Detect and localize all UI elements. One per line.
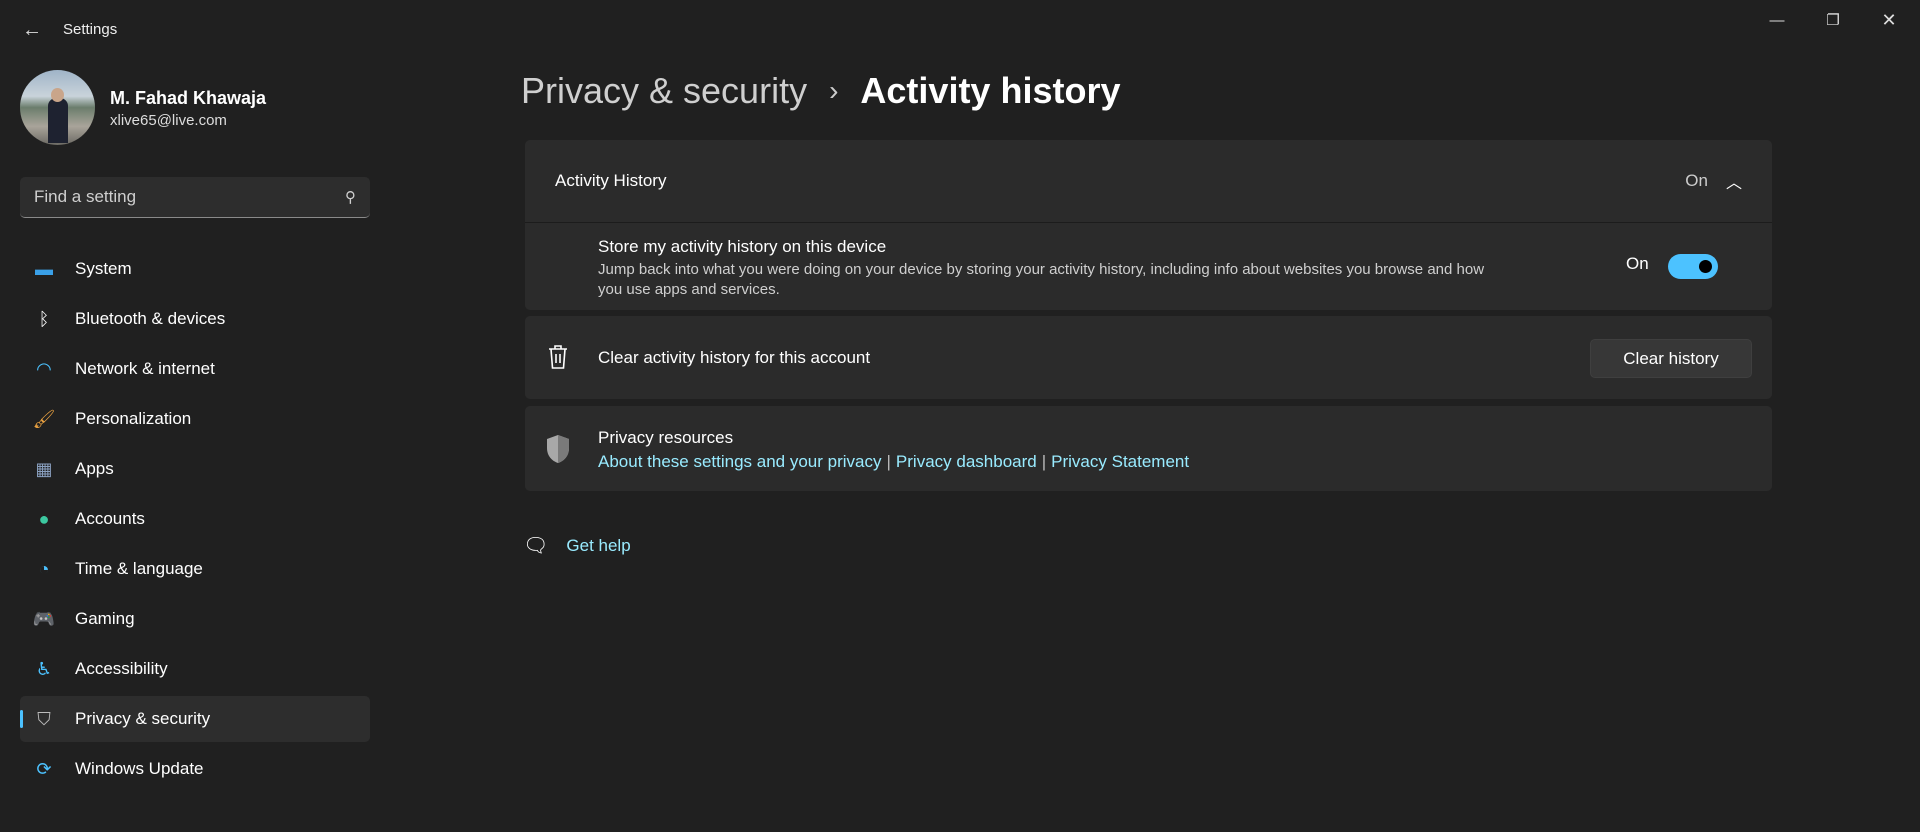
sidebar-item-windows-update[interactable]: ⟳ Windows Update bbox=[20, 746, 370, 792]
clear-history-card: Clear activity history for this account … bbox=[525, 316, 1772, 399]
sidebar-item-gaming[interactable]: 🎮 Gaming bbox=[20, 596, 370, 642]
breadcrumb: Privacy & security › Activity history bbox=[521, 70, 1120, 112]
link-separator: | bbox=[1041, 452, 1047, 471]
chevron-up-icon: ︿ bbox=[1725, 175, 1742, 192]
sidebar-item-privacy-security[interactable]: ⛉ Privacy & security bbox=[20, 696, 370, 742]
privacy-resources-card: Privacy resources About these settings a… bbox=[525, 406, 1772, 491]
privacy-statement-link[interactable]: Privacy Statement bbox=[1051, 452, 1189, 472]
restore-button[interactable]: ❐ bbox=[1813, 8, 1853, 32]
page-title: Activity history bbox=[860, 70, 1121, 111]
chevron-right-icon: › bbox=[829, 75, 839, 106]
privacy-resources-title: Privacy resources bbox=[598, 428, 734, 447]
activity-history-card: Activity History On ︿ Store my activity … bbox=[525, 140, 1772, 310]
activity-history-state: On bbox=[1685, 171, 1708, 190]
sidebar-item-label: Accessibility bbox=[75, 659, 168, 678]
sidebar-item-label: Privacy & security bbox=[75, 709, 211, 728]
sidebar-item-label: Accounts bbox=[75, 509, 145, 528]
shield-icon bbox=[545, 434, 571, 469]
search-input[interactable]: Find a setting ⚲ bbox=[20, 177, 370, 218]
selection-indicator bbox=[20, 710, 23, 728]
sidebar-item-bluetooth-devices[interactable]: ᛒ Bluetooth & devices bbox=[20, 296, 370, 342]
sidebar-item-label: Bluetooth & devices bbox=[75, 309, 226, 328]
avatar[interactable] bbox=[20, 70, 95, 145]
store-history-title: Store my activity history on this device bbox=[598, 237, 887, 256]
wifi-icon: ◠ bbox=[36, 358, 52, 379]
sidebar-item-label: Gaming bbox=[75, 609, 135, 628]
help-chat-icon: 🗨 bbox=[523, 535, 549, 557]
breadcrumb-parent[interactable]: Privacy & security bbox=[521, 70, 807, 112]
sidebar-item-accessibility[interactable]: ♿ Accessibility bbox=[20, 646, 370, 692]
sidebar-item-personalization[interactable]: 🖌 Personalization bbox=[20, 396, 370, 442]
close-icon: ✕ bbox=[1881, 9, 1897, 30]
activity-history-header-label: Activity History bbox=[555, 171, 667, 190]
clear-history-button[interactable]: Clear history bbox=[1590, 339, 1752, 378]
shield-icon: ⛉ bbox=[37, 708, 51, 729]
sidebar-item-network-internet[interactable]: ◠ Network & internet bbox=[20, 346, 370, 392]
sidebar-item-label: Personalization bbox=[75, 409, 192, 428]
toggle-state-label: On bbox=[1626, 254, 1649, 273]
sidebar-item-label: Network & internet bbox=[75, 359, 215, 378]
search-icon: ⚲ bbox=[345, 189, 356, 206]
minimize-button[interactable]: — bbox=[1757, 8, 1797, 32]
get-help[interactable]: 🗨 Get help bbox=[523, 533, 631, 558]
window-title: Settings bbox=[63, 21, 118, 38]
search-placeholder: Find a setting bbox=[34, 187, 137, 206]
arrow-left-icon: ← bbox=[22, 19, 42, 41]
about-privacy-link[interactable]: About these settings and your privacy bbox=[598, 452, 882, 472]
sidebar-item-label: Apps bbox=[75, 459, 114, 478]
privacy-dashboard-link[interactable]: Privacy dashboard bbox=[896, 452, 1037, 472]
close-button[interactable]: ✕ bbox=[1869, 8, 1909, 32]
sidebar-item-label: System bbox=[75, 259, 132, 278]
monitor-icon: ▬ bbox=[35, 258, 53, 279]
gamepad-icon: 🎮 bbox=[32, 608, 56, 629]
refresh-icon: ⟳ bbox=[36, 758, 52, 779]
sidebar-item-apps[interactable]: ▦ Apps bbox=[20, 446, 370, 492]
brush-icon: 🖌 bbox=[32, 408, 56, 429]
minimize-icon: — bbox=[1769, 11, 1785, 29]
store-history-description: Jump back into what you were doing on yo… bbox=[598, 261, 1485, 298]
sidebar-item-label: Time & language bbox=[75, 559, 203, 578]
user-email: xlive65@live.com bbox=[110, 112, 227, 129]
back-button[interactable]: ← bbox=[20, 18, 44, 42]
clear-history-label: Clear activity history for this account bbox=[598, 348, 871, 367]
sidebar-item-accounts[interactable]: ● Accounts bbox=[20, 496, 370, 542]
apps-icon: ▦ bbox=[35, 458, 53, 479]
store-history-toggle[interactable] bbox=[1668, 254, 1718, 279]
clock-globe-icon: ◔ bbox=[38, 558, 50, 579]
get-help-link[interactable]: Get help bbox=[566, 536, 630, 556]
activity-history-header[interactable]: Activity History On ︿ bbox=[525, 140, 1772, 223]
sidebar-item-time-language[interactable]: ◔ Time & language bbox=[20, 546, 370, 592]
bluetooth-icon: ᛒ bbox=[38, 308, 50, 329]
user-name: M. Fahad Khawaja bbox=[110, 88, 267, 108]
accessibility-icon: ♿ bbox=[35, 658, 53, 679]
sidebar-item-label: Windows Update bbox=[75, 759, 204, 778]
link-separator: | bbox=[886, 452, 891, 471]
sidebar-item-system[interactable]: ▬ System bbox=[20, 246, 370, 292]
trash-icon bbox=[547, 344, 569, 370]
restore-icon: ❐ bbox=[1826, 12, 1840, 29]
person-icon: ● bbox=[38, 508, 50, 529]
